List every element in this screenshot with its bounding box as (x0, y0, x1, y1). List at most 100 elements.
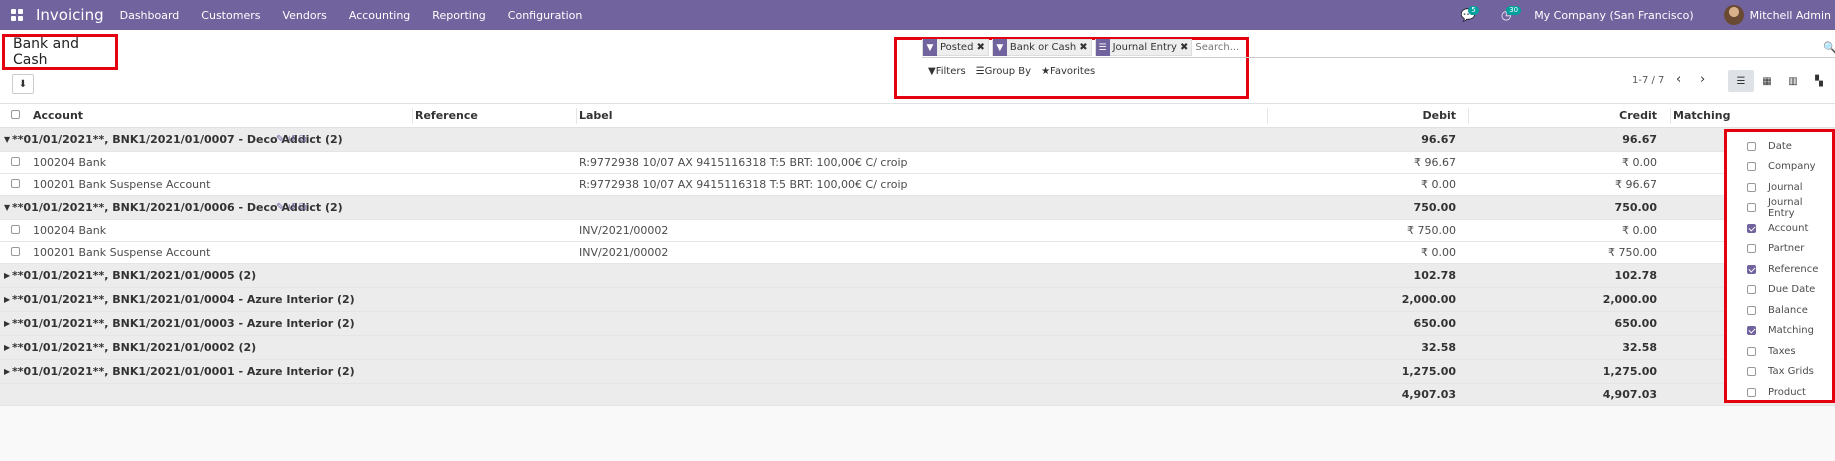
caret-right-icon[interactable]: ▶ (4, 319, 10, 328)
apps-menu-button[interactable] (2, 0, 32, 30)
company-switcher[interactable]: My Company (San Francisco) (1534, 9, 1693, 22)
header-account[interactable]: Account (33, 109, 83, 122)
facet-posted[interactable]: ▼ Posted ✖ (922, 39, 989, 56)
column-option[interactable]: Date (1747, 138, 1792, 154)
column-checkbox[interactable] (1747, 264, 1756, 274)
column-option[interactable]: Journal Entry (1747, 197, 1832, 219)
table-row[interactable]: 100204 Bank R:9772938 10/07 AX 9415116318… (0, 152, 1835, 174)
close-icon[interactable]: ✖ (1079, 42, 1090, 53)
messages-button[interactable]: 💬 5 (1458, 0, 1479, 30)
header-label[interactable]: Label (579, 109, 613, 122)
group-row[interactable]: ▶ **01/01/2021**, BNK1/2021/01/0001 - Azu… (0, 360, 1835, 384)
caret-right-icon[interactable]: ▶ (4, 367, 10, 376)
row-checkbox[interactable] (11, 246, 20, 259)
list-view-button[interactable]: ☰ (1728, 70, 1754, 92)
column-checkbox[interactable] (1747, 367, 1756, 376)
column-option[interactable]: Matching (1747, 323, 1814, 339)
menu-configuration[interactable]: Configuration (508, 9, 583, 22)
row-checkbox[interactable] (11, 178, 20, 191)
cell-label: INV/2021/00002 (579, 224, 669, 237)
user-menu[interactable]: Mitchell Admin (1750, 9, 1831, 22)
menu-vendors[interactable]: Vendors (282, 9, 326, 22)
group-row[interactable]: ▶ **01/01/2021**, BNK1/2021/01/0004 - Azu… (0, 288, 1835, 312)
reset-icon[interactable]: ↺ (288, 134, 296, 145)
group-credit: 1,275.00 (1602, 365, 1657, 378)
column-option[interactable]: Reference (1747, 261, 1818, 277)
avatar[interactable] (1723, 5, 1744, 25)
column-checkbox[interactable] (1747, 203, 1756, 212)
activities-button[interactable]: ◷ 30 (1496, 0, 1522, 30)
copy-icon[interactable]: ⧉ (299, 202, 306, 213)
column-option[interactable]: Partner (1747, 241, 1804, 257)
column-checkbox[interactable] (1747, 223, 1756, 233)
header-matching[interactable]: Matching (1673, 109, 1730, 122)
pager-next-button[interactable]: › (1700, 72, 1705, 87)
menu-reporting[interactable]: Reporting (432, 9, 485, 22)
caret-right-icon[interactable]: ▶ (4, 271, 10, 280)
group-by-button[interactable]: ☰Group By (976, 66, 1031, 77)
column-checkbox[interactable] (1747, 162, 1756, 171)
menu-customers[interactable]: Customers (201, 9, 260, 22)
column-option[interactable]: Company (1747, 159, 1816, 175)
pivot-view-button[interactable]: ▦ (1754, 70, 1780, 92)
column-checkbox[interactable] (1747, 387, 1756, 397)
row-checkbox[interactable] (11, 156, 20, 169)
edit-icon[interactable]: ✎ (276, 202, 284, 213)
column-checkbox[interactable] (1747, 305, 1756, 315)
column-checkbox[interactable] (1747, 326, 1756, 335)
facet-journal-entry[interactable]: ☰ Journal Entry ✖ (1094, 39, 1193, 56)
graph-view-button[interactable]: ▥ (1780, 70, 1806, 92)
export-button[interactable]: ⬇ (12, 74, 34, 94)
app-name[interactable]: Invoicing (36, 6, 104, 24)
group-row[interactable]: ▼ **01/01/2021**, BNK1/2021/01/0007 - Dec… (0, 128, 1835, 152)
header-reference[interactable]: Reference (415, 109, 478, 122)
column-option[interactable]: Taxes (1747, 343, 1796, 359)
close-icon[interactable]: ✖ (976, 42, 987, 53)
search-icon[interactable]: 🔍 (1823, 41, 1835, 54)
reset-icon[interactable]: ↺ (288, 202, 296, 213)
filters-button[interactable]: ▼Filters (928, 66, 966, 77)
header-debit[interactable]: Debit (1423, 109, 1457, 122)
caret-down-icon[interactable]: ▼ (4, 203, 10, 212)
caret-right-icon[interactable]: ▶ (4, 343, 10, 352)
column-option[interactable]: Due Date (1747, 282, 1815, 298)
column-option[interactable]: Product (1747, 384, 1806, 400)
column-checkbox[interactable] (1747, 285, 1756, 294)
search-input[interactable] (1195, 42, 1816, 53)
kanban-view-button[interactable]: ▚ (1806, 70, 1832, 92)
row-checkbox[interactable] (11, 224, 20, 237)
column-checkbox[interactable] (1747, 346, 1756, 356)
filter-icon: ▼ (992, 39, 1007, 56)
column-checkbox[interactable] (1747, 182, 1756, 192)
column-option[interactable]: Journal (1747, 179, 1803, 195)
group-row[interactable]: ▶ **01/01/2021**, BNK1/2021/01/0002 (2) 32… (0, 336, 1835, 360)
column-checkbox[interactable] (1747, 141, 1756, 151)
caret-right-icon[interactable]: ▶ (4, 295, 10, 304)
menu-dashboard[interactable]: Dashboard (120, 9, 180, 22)
table-row[interactable]: 100204 Bank INV/2021/00002 ₹ 750.00 ₹ 0.00 (0, 220, 1835, 242)
header-credit[interactable]: Credit (1619, 109, 1657, 122)
copy-icon[interactable]: ⧉ (299, 134, 306, 145)
column-option[interactable]: Balance (1747, 302, 1808, 318)
edit-icon[interactable]: ✎ (276, 134, 284, 145)
facet-bank-or-cash[interactable]: ▼ Bank or Cash ✖ (991, 39, 1092, 56)
group-row[interactable]: ▶ **01/01/2021**, BNK1/2021/01/0005 (2) 10… (0, 264, 1835, 288)
menu-accounting[interactable]: Accounting (349, 9, 410, 22)
column-option[interactable]: Tax Grids (1747, 364, 1814, 380)
group-row[interactable]: ▼ **01/01/2021**, BNK1/2021/01/0006 - Dec… (0, 196, 1835, 220)
close-icon[interactable]: ✖ (1180, 42, 1191, 53)
favorites-button[interactable]: ★Favorites (1041, 66, 1095, 77)
column-option[interactable]: Account (1747, 220, 1808, 236)
select-all-checkbox[interactable] (11, 109, 20, 122)
group-credit: 32.58 (1622, 341, 1657, 354)
column-checkbox[interactable] (1747, 244, 1756, 253)
table-row[interactable]: 100201 Bank Suspense Account INV/2021/000… (0, 242, 1835, 264)
group-row[interactable]: ▶ **01/01/2021**, BNK1/2021/01/0003 - Azu… (0, 312, 1835, 336)
pager-value[interactable]: 1-7 / 7 (1632, 75, 1664, 86)
pager-previous-button[interactable]: ‹ (1676, 72, 1681, 87)
table-row[interactable]: 100201 Bank Suspense Account R:9772938 10… (0, 174, 1835, 196)
cell-account: 100201 Bank Suspense Account (33, 246, 211, 259)
column-option-label: Partner (1768, 243, 1805, 254)
caret-down-icon[interactable]: ▼ (4, 135, 10, 144)
list-table: Account Reference Label Debit Credit Mat… (0, 104, 1835, 406)
